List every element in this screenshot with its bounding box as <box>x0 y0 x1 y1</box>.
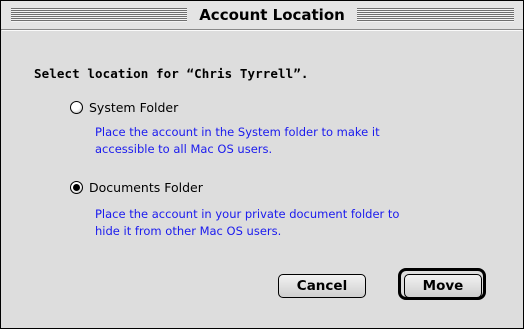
title-bar[interactable]: Account Location <box>1 1 523 30</box>
documents-folder-radio[interactable] <box>70 181 83 194</box>
documents-folder-description-line2: hide it from other Mac OS users. <box>95 224 282 238</box>
system-folder-description-line2: accessible to all Mac OS users. <box>95 142 273 156</box>
documents-folder-label[interactable]: Documents Folder <box>89 180 203 195</box>
dialog-title: Account Location <box>187 5 357 25</box>
title-bar-stripes-left <box>11 8 187 22</box>
move-button[interactable]: Move <box>404 274 482 298</box>
documents-folder-option[interactable]: Documents Folder <box>70 180 203 195</box>
location-prompt: Select location for “Chris Tyrrell”. <box>34 66 309 81</box>
cancel-button[interactable]: Cancel <box>278 274 366 298</box>
documents-folder-description-line1: Place the account in your private docume… <box>95 207 400 221</box>
title-bar-stripes-right <box>357 8 514 22</box>
system-folder-radio[interactable] <box>70 101 83 114</box>
system-folder-option[interactable]: System Folder <box>70 100 178 115</box>
documents-folder-description: Place the account in your private docume… <box>95 206 485 240</box>
system-folder-description: Place the account in the System folder t… <box>95 124 485 158</box>
system-folder-description-line1: Place the account in the System folder t… <box>95 125 380 139</box>
system-folder-label[interactable]: System Folder <box>89 100 178 115</box>
